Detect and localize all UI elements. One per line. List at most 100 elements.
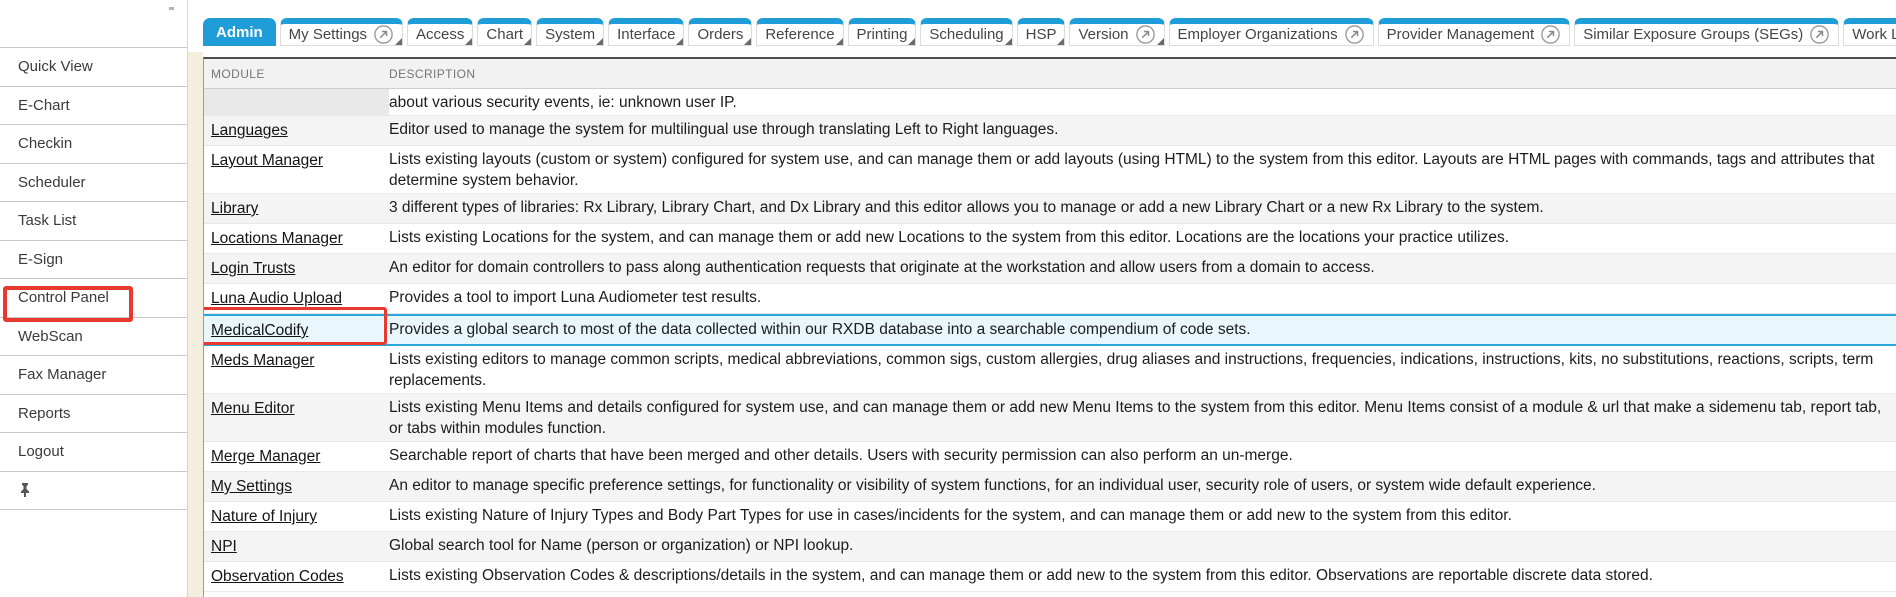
tab-menu-caret-icon	[1005, 38, 1012, 45]
tab-label: Similar Exposure Groups (SEGs)	[1583, 26, 1803, 43]
module-cell: Luna Audio Upload	[204, 284, 389, 313]
tab-admin[interactable]: Admin	[203, 18, 276, 46]
tab-similar-exposure-groups-segs[interactable]: Similar Exposure Groups (SEGs)	[1574, 18, 1839, 46]
module-link[interactable]: Library	[211, 200, 258, 217]
module-cell: MedicalCodify	[204, 316, 389, 344]
module-link[interactable]: NPI	[211, 538, 237, 555]
tab-system[interactable]: System	[536, 18, 604, 46]
tab-label: Scheduling	[929, 26, 1003, 43]
module-link[interactable]: Observation Codes	[211, 568, 344, 585]
table-row-my-settings[interactable]: My Settings An editor to manage specific…	[204, 472, 1896, 502]
tab-label: Access	[416, 26, 464, 43]
sidebar-item-task-list[interactable]: Task List	[0, 202, 188, 241]
module-link[interactable]: Merge Manager	[211, 448, 320, 465]
tab-menu-caret-icon	[836, 38, 843, 45]
module-cell: Meds Manager	[204, 346, 389, 393]
tab-version[interactable]: Version	[1069, 18, 1164, 46]
sidebar-item-label: Scheduler	[18, 174, 86, 191]
sidebar-item-label: E-Chart	[18, 97, 70, 114]
sidebar-item-quick-view[interactable]: Quick View	[0, 48, 188, 87]
module-link[interactable]: Meds Manager	[211, 352, 314, 369]
module-description: Editor used to manage the system for mul…	[389, 116, 1896, 145]
table-row-meds-manager[interactable]: Meds Manager Lists existing editors to m…	[204, 346, 1896, 394]
sidebar-item-label: Quick View	[18, 58, 93, 75]
sidebar-item-e-sign[interactable]: E-Sign	[0, 241, 188, 280]
module-link[interactable]: My Settings	[211, 478, 292, 495]
column-header-module: MODULE	[204, 67, 389, 81]
tab-label: Orders	[697, 26, 743, 43]
module-description: Lists existing editors to manage common …	[389, 346, 1896, 393]
module-link[interactable]: Locations Manager	[211, 230, 343, 247]
table-row-languages[interactable]: Languages Editor used to manage the syst…	[204, 116, 1896, 146]
table-row-observation-codes[interactable]: Observation Codes Lists existing Observa…	[204, 562, 1896, 592]
tab-hsp[interactable]: HSP	[1017, 18, 1066, 46]
sidebar-item-reports[interactable]: Reports	[0, 395, 188, 434]
table-row-npi[interactable]: NPI Global search tool for Name (person …	[204, 532, 1896, 562]
table-row-luna-audio-upload[interactable]: Luna Audio Upload Provides a tool to imp…	[204, 284, 1896, 314]
table-row-login-trusts[interactable]: Login Trusts An editor for domain contro…	[204, 254, 1896, 284]
tab-label: Interface	[617, 26, 675, 43]
tab-menu-caret-icon	[676, 38, 683, 45]
tab-access[interactable]: Access	[407, 18, 473, 46]
table-row-locations-manager[interactable]: Locations Manager Lists existing Locatio…	[204, 224, 1896, 254]
module-cell: Nature of Injury	[204, 502, 389, 531]
tab-chart[interactable]: Chart	[477, 18, 532, 46]
table-row-layout-manager[interactable]: Layout Manager Lists existing layouts (c…	[204, 146, 1896, 194]
column-header-description: DESCRIPTION	[389, 67, 1896, 81]
tab-label: Reference	[765, 26, 834, 43]
tab-label: Provider Management	[1387, 26, 1535, 43]
tab-label: My Settings	[289, 26, 367, 43]
tab-orders[interactable]: Orders	[688, 18, 752, 46]
module-link[interactable]: Languages	[211, 122, 288, 139]
sidebar-item-control-panel[interactable]: Control Panel	[0, 279, 188, 318]
module-description: Searchable report of charts that have be…	[389, 442, 1896, 471]
tab-scheduling[interactable]: Scheduling	[920, 18, 1012, 46]
sidebar-item-checkin[interactable]: Checkin	[0, 125, 188, 164]
screen-artifact	[169, 7, 174, 10]
module-link[interactable]: Layout Manager	[211, 152, 323, 169]
popout-icon[interactable]	[1540, 24, 1561, 45]
table-row-medicalcodify[interactable]: MedicalCodify Provides a global search t…	[204, 314, 1896, 346]
tab-my-settings[interactable]: My Settings	[280, 18, 403, 46]
tab-menu-caret-icon	[524, 38, 531, 45]
pushpin-icon	[18, 482, 32, 498]
table-row-menu-editor[interactable]: Menu Editor Lists existing Menu Items an…	[204, 394, 1896, 442]
module-cell	[204, 89, 389, 115]
tab-interface[interactable]: Interface	[608, 18, 684, 46]
sidebar-item-label: Fax Manager	[18, 366, 106, 383]
table-row-nature-of-injury[interactable]: Nature of Injury Lists existing Nature o…	[204, 502, 1896, 532]
tab-work-l[interactable]: Work L	[1843, 18, 1896, 46]
tab-label: Version	[1078, 26, 1128, 43]
module-link[interactable]: Luna Audio Upload	[211, 290, 342, 307]
tab-provider-management[interactable]: Provider Management	[1378, 18, 1571, 46]
content-left-gutter	[188, 52, 203, 597]
popout-icon[interactable]	[1135, 24, 1156, 45]
tab-label: Chart	[486, 26, 523, 43]
tab-reference[interactable]: Reference	[756, 18, 843, 46]
sidebar-item-webscan[interactable]: WebScan	[0, 318, 188, 357]
module-cell: Layout Manager	[204, 146, 389, 193]
popout-icon[interactable]	[1809, 24, 1830, 45]
popout-icon[interactable]	[373, 24, 394, 45]
module-table: MODULE DESCRIPTION about various securit…	[203, 57, 1896, 597]
sidebar-item-logout[interactable]: Logout	[0, 433, 188, 472]
tab-label: Printing	[857, 26, 908, 43]
table-row-merge-manager[interactable]: Merge Manager Searchable report of chart…	[204, 442, 1896, 472]
sidebar-item-label: Control Panel	[18, 289, 109, 306]
module-link[interactable]: Login Trusts	[211, 260, 295, 277]
sidebar-item-fax-manager[interactable]: Fax Manager	[0, 356, 188, 395]
tab-label: HSP	[1026, 26, 1057, 43]
sidebar-item-scheduler[interactable]: Scheduler	[0, 164, 188, 203]
module-link[interactable]: Menu Editor	[211, 400, 295, 417]
sidebar-item-e-chart[interactable]: E-Chart	[0, 87, 188, 126]
module-description: Lists existing Observation Codes & descr…	[389, 562, 1896, 591]
popout-icon[interactable]	[1344, 24, 1365, 45]
tab-bar: Admin My Settings Access Chart	[203, 18, 1896, 46]
tab-employer-organizations[interactable]: Employer Organizations	[1169, 18, 1374, 46]
module-link[interactable]: MedicalCodify	[211, 322, 308, 339]
module-link[interactable]: Nature of Injury	[211, 508, 317, 525]
table-row-clipped[interactable]: about various security events, ie: unkno…	[204, 89, 1896, 116]
tab-printing[interactable]: Printing	[848, 18, 917, 46]
sidebar-item-pin[interactable]	[0, 472, 188, 511]
table-row-library[interactable]: Library 3 different types of libraries: …	[204, 194, 1896, 224]
